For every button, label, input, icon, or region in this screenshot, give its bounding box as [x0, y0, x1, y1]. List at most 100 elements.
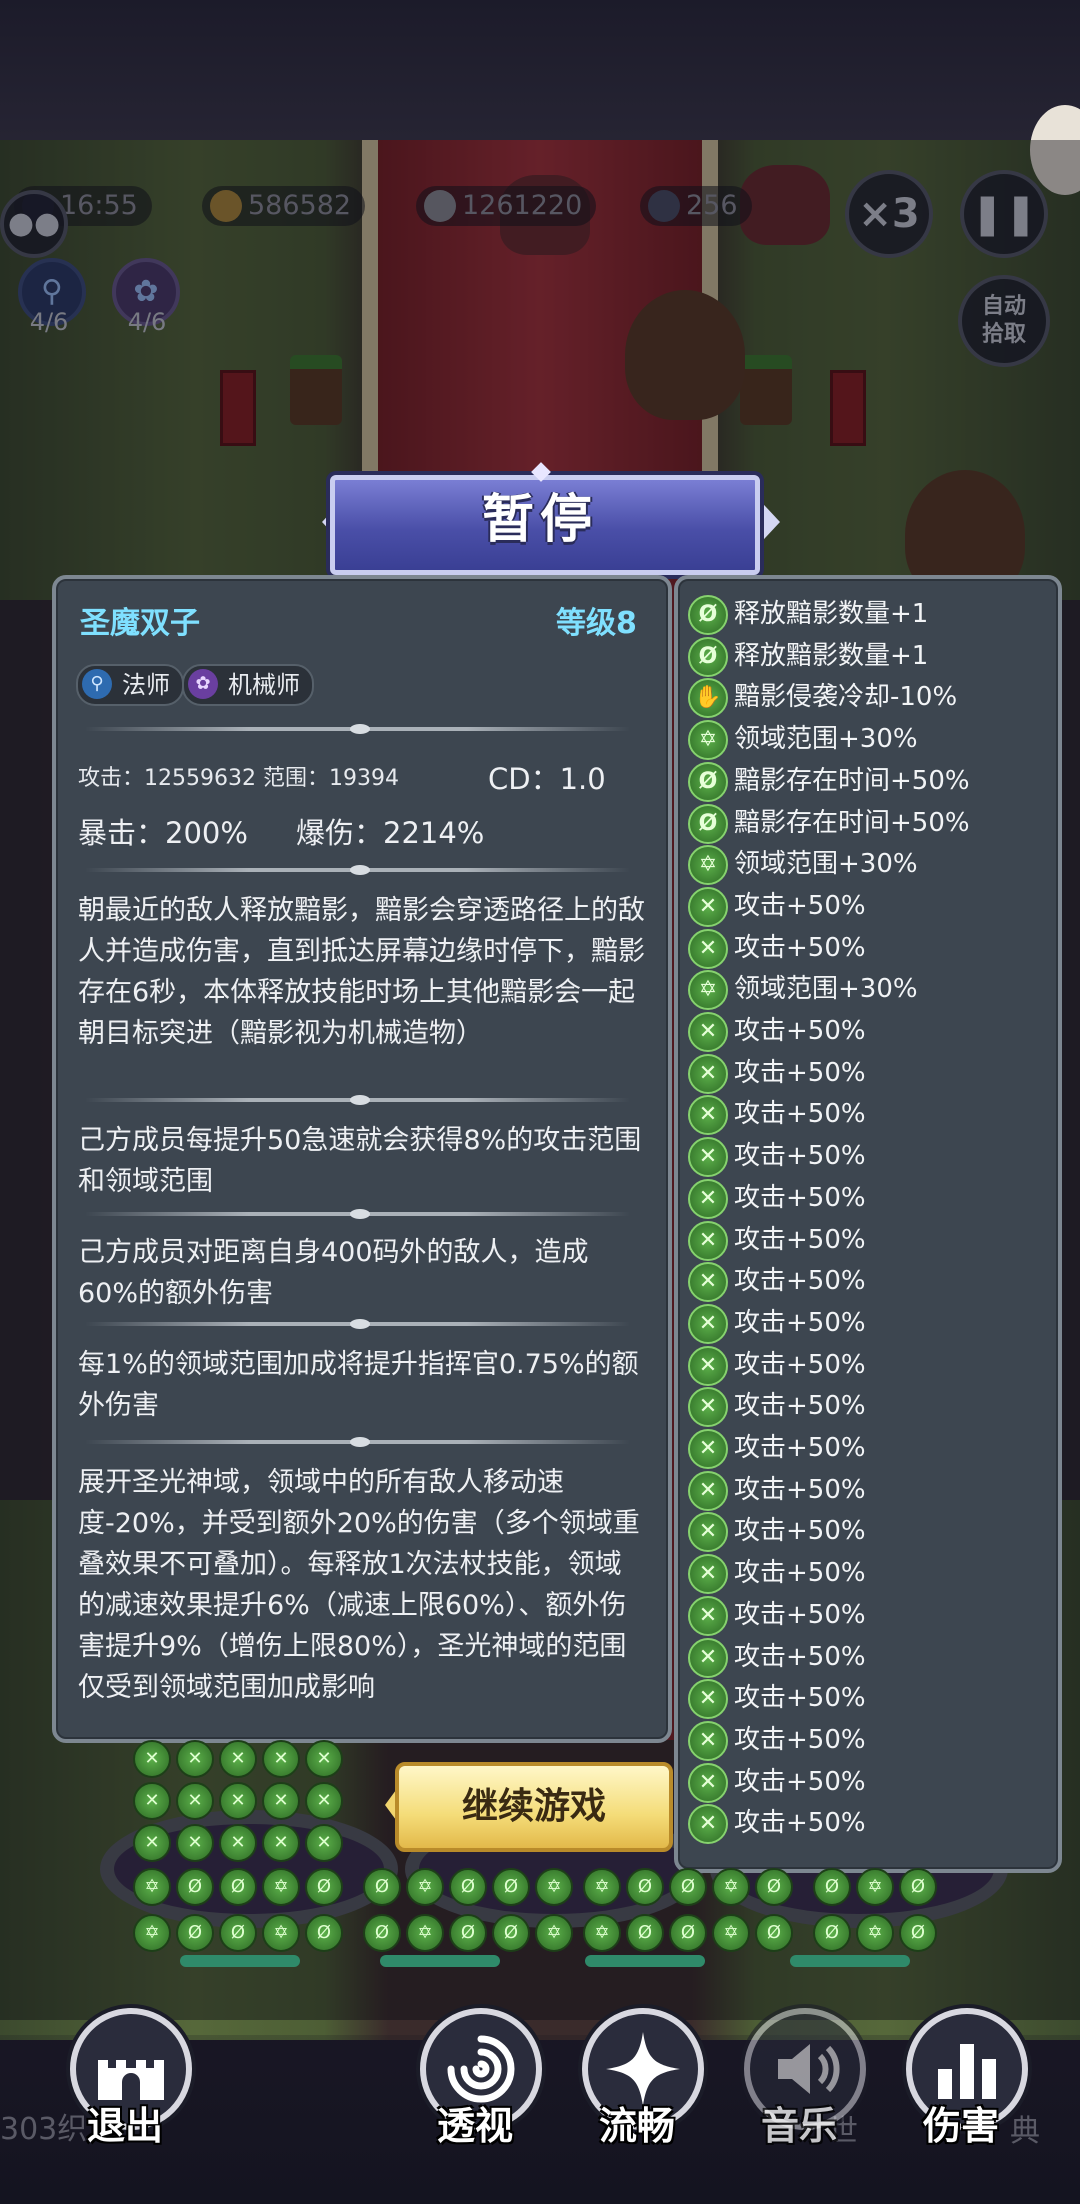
swords-icon: ✕	[688, 1095, 728, 1136]
upgrade-row: Ø 黯影存在时间+50%	[688, 802, 1028, 844]
hero-name: 圣魔双子	[80, 606, 200, 641]
music-label: 音乐	[760, 2104, 837, 2148]
divider-ornament	[350, 1209, 370, 1219]
swords-icon: ✕	[688, 1762, 728, 1803]
swords-icon: ✕	[688, 1429, 728, 1469]
unit-slot-icon: ✡	[133, 1868, 171, 1906]
upgrade-text: 攻击+50%	[734, 1808, 866, 1839]
class-tag-label: 法师	[122, 671, 170, 699]
divider-ornament	[350, 1319, 370, 1329]
unit-slot-icon: Ø	[813, 1914, 851, 1952]
xray-label: 透视	[436, 2104, 513, 2148]
unit-slot-icon: ✕	[219, 1740, 257, 1778]
unit-slot-icon: Ø	[219, 1914, 257, 1952]
upgrade-text: 黯影存在时间+50%	[734, 765, 970, 796]
unit-slot-icon: Ø	[176, 1868, 214, 1906]
divider-ornament	[350, 724, 370, 734]
swords-icon: ✕	[688, 1637, 728, 1678]
upgrade-text: 攻击+50%	[734, 1766, 866, 1797]
swords-icon: ✕	[688, 1220, 728, 1261]
upgrade-text: 攻击+50%	[734, 1641, 866, 1672]
upgrade-row: Ø 释放黯影数量+1	[688, 593, 1028, 635]
unit-slot-icon: Ø	[492, 1914, 530, 1952]
unit-slot-icon: ✕	[262, 1740, 300, 1778]
swords-icon: ✕	[688, 928, 728, 969]
upgrade-row: ✕ 攻击+50%	[688, 1010, 1028, 1052]
upgrade-row: ✕ 攻击+50%	[688, 1469, 1028, 1511]
unit-slot-icon: Ø	[363, 1868, 401, 1906]
crit-stat: 暴击：200%	[78, 816, 248, 850]
unit-slot-icon: Ø	[899, 1914, 937, 1952]
unit-slot-icon: ✕	[176, 1824, 214, 1862]
upgrade-row: Ø 释放黯影数量+1	[688, 635, 1028, 677]
divider-ornament	[350, 1095, 370, 1105]
swords-icon: ✕	[688, 1053, 728, 1094]
divider-ornament	[350, 865, 370, 875]
unit-slot-icon: Ø	[449, 1914, 487, 1952]
upgrade-text: 攻击+50%	[734, 1057, 866, 1088]
upgrade-text: 攻击+50%	[734, 1599, 866, 1630]
upgrade-text: 领域范围+30%	[734, 849, 918, 880]
unit-slot-icon: ✡	[535, 1914, 573, 1952]
upgrade-row: ✕ 攻击+50%	[688, 1552, 1028, 1595]
swords-icon: ✕	[688, 1720, 728, 1761]
crit-damage-stat: 爆伤：2214%	[296, 816, 485, 850]
star-icon: ✡	[688, 970, 728, 1011]
unit-health-bar	[380, 1955, 500, 1967]
upgrade-text: 攻击+50%	[734, 1516, 866, 1547]
unit-slot-icon: Ø	[813, 1868, 851, 1906]
upgrade-text: 释放黯影数量+1	[734, 640, 929, 671]
upgrade-row: Ø 黯影存在时间+50%	[688, 760, 1028, 802]
upgrade-text: 攻击+50%	[734, 1266, 866, 1297]
star-icon: ✡	[688, 845, 728, 886]
upgrade-row: ✕ 攻击+50%	[688, 1802, 1028, 1845]
damage-label: 伤害	[922, 2104, 999, 2148]
upgrade-text: 攻击+50%	[734, 1349, 866, 1380]
unit-slot-icon: ✡	[712, 1868, 750, 1906]
upgrade-text: 攻击+50%	[734, 932, 866, 963]
unit-slot-icon: ✡	[712, 1914, 750, 1952]
upgrade-row: ✕ 攻击+50%	[688, 1385, 1028, 1428]
unit-slot-icon: ✕	[176, 1740, 214, 1778]
upgrade-row: ✕ 攻击+50%	[688, 1260, 1028, 1303]
unit-slot-icon: ✡	[535, 1868, 573, 1906]
upgrade-text: 攻击+50%	[734, 1558, 866, 1589]
top-letterbox	[0, 0, 1080, 140]
shadow-icon: Ø	[688, 803, 728, 844]
shadow-icon: Ø	[688, 636, 728, 677]
unit-health-bar	[180, 1955, 300, 1967]
hero-level: 等级8	[556, 606, 637, 641]
class-tag-label: 机械师	[228, 671, 300, 699]
swords-icon: ✕	[688, 886, 728, 927]
upgrade-text: 攻击+50%	[734, 1141, 866, 1172]
smooth-label: 流畅	[598, 2104, 675, 2148]
unit-slot-icon: Ø	[669, 1868, 707, 1906]
class-tag-mage: ⚲ 法师	[76, 664, 184, 706]
unit-slot-icon: Ø	[669, 1914, 707, 1952]
upgrade-text: 攻击+50%	[734, 1182, 866, 1213]
upgrade-text: 攻击+50%	[734, 1391, 866, 1422]
swords-icon: ✕	[688, 1262, 728, 1303]
shadow-icon: Ø	[688, 595, 728, 635]
swords-icon: ✕	[688, 1387, 728, 1428]
unit-slot-icon: Ø	[626, 1914, 664, 1952]
unit-slot-icon: Ø	[176, 1914, 214, 1952]
unit-slot-icon: ✡	[856, 1914, 894, 1952]
swords-icon: ✕	[688, 1554, 728, 1595]
continue-game-button[interactable]: 继续游戏	[395, 1762, 673, 1852]
upgrade-row: ✕ 攻击+50%	[688, 1135, 1028, 1178]
upgrade-row: ✕ 攻击+50%	[688, 1344, 1028, 1386]
swords-icon: ✕	[688, 1345, 728, 1386]
upgrade-text: 领域范围+30%	[734, 724, 918, 755]
upgrade-text: 黯影存在时间+50%	[734, 807, 970, 838]
upgrade-row: ✕ 攻击+50%	[688, 927, 1028, 969]
unit-slot-icon: Ø	[305, 1868, 343, 1906]
pause-title: 暂停	[481, 490, 598, 550]
unit-slot-icon: ✕	[176, 1782, 214, 1820]
upgrade-text: 攻击+50%	[734, 1307, 866, 1338]
upgrade-row: ✡ 领域范围+30%	[688, 718, 1028, 761]
unit-slot-icon: ✕	[262, 1782, 300, 1820]
star-icon: ✡	[688, 720, 728, 761]
upgrade-row: ✕ 攻击+50%	[688, 1677, 1028, 1720]
upgrade-row: ✕ 攻击+50%	[688, 1594, 1028, 1636]
